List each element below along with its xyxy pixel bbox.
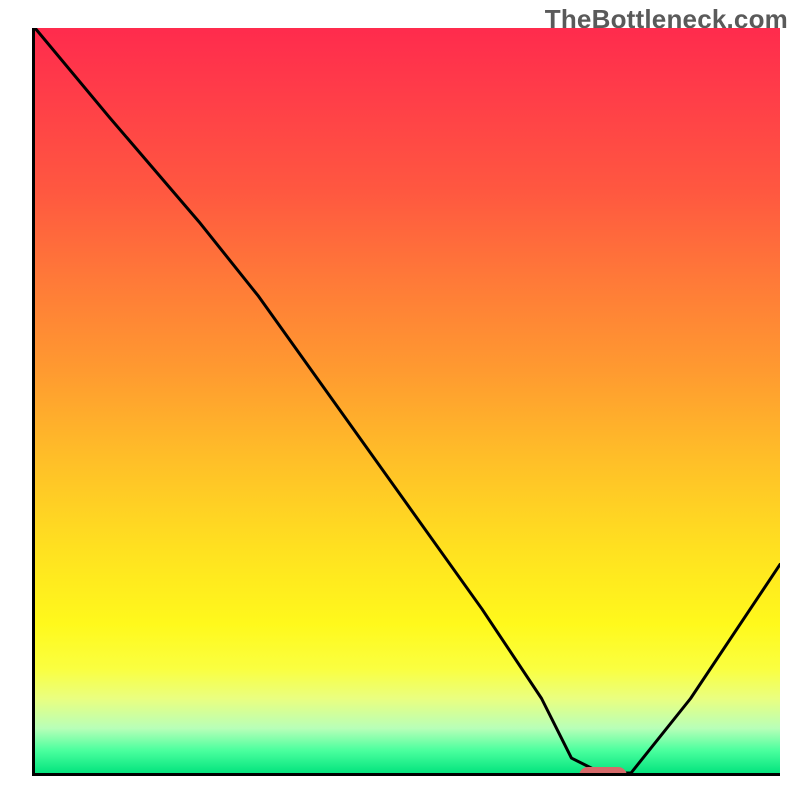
bottleneck-curve xyxy=(35,28,780,773)
chart-container: TheBottleneck.com xyxy=(0,0,800,800)
plot-area xyxy=(32,28,780,776)
optimal-point-marker xyxy=(579,767,627,776)
